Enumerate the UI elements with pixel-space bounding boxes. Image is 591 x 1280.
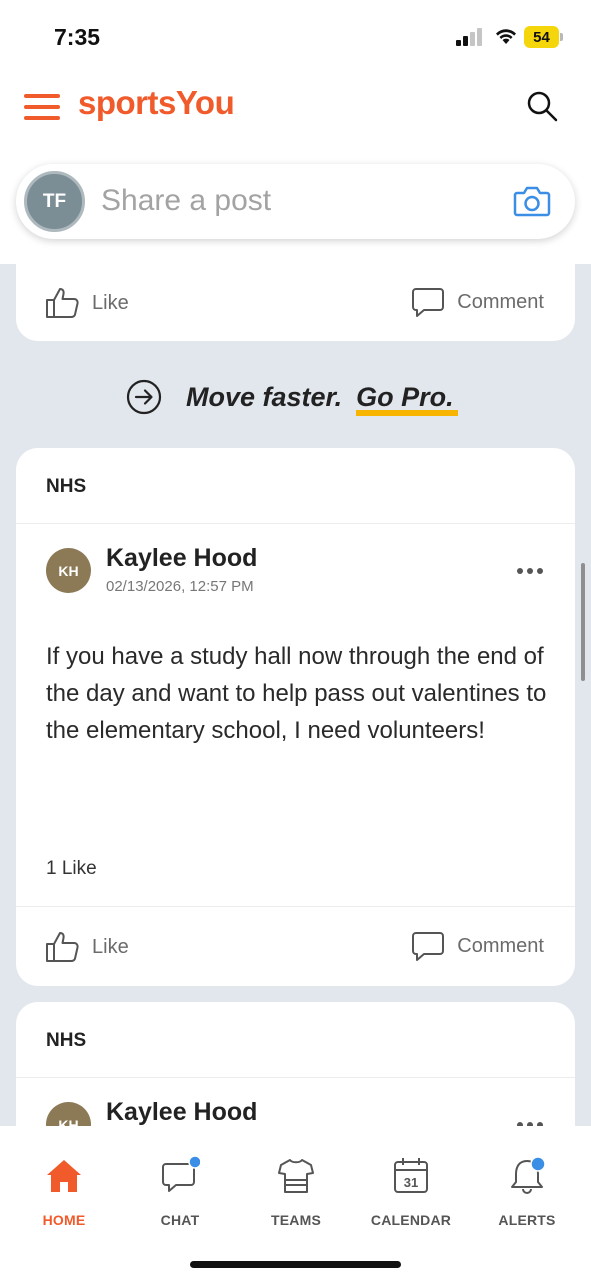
- comment-label: Comment: [457, 290, 544, 313]
- author-avatar[interactable]: KH: [46, 1102, 91, 1126]
- jersey-icon: [278, 1159, 314, 1193]
- comment-button[interactable]: Comment: [411, 930, 544, 962]
- tab-label: CALENDAR: [370, 1212, 452, 1228]
- post-group-name[interactable]: NHS: [46, 476, 86, 498]
- post-body: If you have a study hall now through the…: [46, 643, 547, 744]
- divider: [16, 1077, 575, 1078]
- like-count[interactable]: 1 Like: [46, 858, 97, 880]
- user-avatar[interactable]: TF: [24, 171, 85, 232]
- wifi-icon: [496, 29, 516, 44]
- author-name[interactable]: Kaylee Hood: [106, 1098, 257, 1126]
- go-pro-link[interactable]: Go Pro.: [356, 381, 458, 416]
- brand-logo: sportsYou: [78, 84, 235, 121]
- hamburger-icon[interactable]: [24, 94, 60, 120]
- like-label: Like: [92, 291, 129, 314]
- calendar-date: 31: [404, 1175, 418, 1190]
- tab-bar: HOME CHAT TEAMS 31 CALENDAR ALERTS: [0, 1126, 591, 1280]
- go-pro-banner[interactable]: Move faster. Go Pro.: [126, 377, 458, 417]
- tab-home[interactable]: HOME: [5, 1150, 123, 1230]
- app-header: sportsYou: [0, 70, 591, 146]
- bell-icon: [511, 1156, 546, 1194]
- author-name[interactable]: Kaylee Hood: [106, 544, 257, 573]
- promo-tagline: Move faster.: [186, 381, 343, 412]
- tab-label: ALERTS: [498, 1212, 556, 1228]
- promo-text: Move faster. Go Pro.: [186, 381, 458, 416]
- arrow-circle-icon: [126, 379, 162, 415]
- scrollbar[interactable]: [581, 563, 585, 681]
- divider: [16, 906, 575, 907]
- feed[interactable]: Like Comment Move faster. Go Pro. NHS KH…: [0, 264, 591, 1126]
- comment-label: Comment: [457, 934, 544, 957]
- tab-label: HOME: [42, 1212, 86, 1228]
- search-icon[interactable]: [526, 90, 558, 122]
- thumbs-up-icon: [46, 932, 79, 962]
- battery-cap: [560, 33, 563, 41]
- chat-icon: [162, 1156, 200, 1192]
- tab-label: CHAT: [160, 1212, 200, 1228]
- tab-label: TEAMS: [271, 1212, 321, 1228]
- post-card[interactable]: NHS KH Kaylee Hood: [16, 1002, 575, 1126]
- divider: [16, 523, 575, 524]
- status-bar: 7:35 54: [0, 0, 591, 70]
- post-group-name[interactable]: NHS: [46, 1030, 86, 1052]
- battery-level: 54: [524, 26, 559, 48]
- like-button[interactable]: Like: [44, 286, 129, 320]
- go-pro-label: Go Pro.: [356, 381, 454, 412]
- comment-icon: [412, 288, 445, 317]
- tab-teams[interactable]: TEAMS: [237, 1150, 355, 1230]
- thumbs-up-icon: [46, 288, 79, 318]
- like-button[interactable]: Like: [44, 930, 129, 964]
- post-timestamp: 02/13/2026, 12:57 PM: [106, 578, 254, 595]
- comment-button[interactable]: Comment: [411, 286, 544, 318]
- home-icon: [47, 1160, 81, 1192]
- home-indicator[interactable]: [190, 1261, 401, 1268]
- tab-calendar[interactable]: 31 CALENDAR: [352, 1150, 470, 1230]
- battery-indicator: 54: [524, 26, 564, 48]
- post-card-previous: Like Comment: [16, 264, 575, 341]
- like-label: Like: [92, 935, 129, 958]
- calendar-icon: 31: [394, 1158, 428, 1193]
- camera-icon[interactable]: [513, 184, 551, 218]
- more-options-icon[interactable]: [516, 566, 544, 576]
- signal-icon: [456, 28, 482, 46]
- share-post-composer[interactable]: TF Share a post: [16, 164, 575, 239]
- status-time: 7:35: [54, 24, 101, 50]
- author-avatar[interactable]: KH: [46, 548, 91, 593]
- share-post-input[interactable]: Share a post: [101, 184, 271, 218]
- post-card[interactable]: NHS KH Kaylee Hood 02/13/2026, 12:57 PM …: [16, 448, 575, 986]
- tab-chat[interactable]: CHAT: [121, 1150, 239, 1230]
- comment-icon: [412, 932, 445, 961]
- tab-alerts[interactable]: ALERTS: [468, 1150, 586, 1230]
